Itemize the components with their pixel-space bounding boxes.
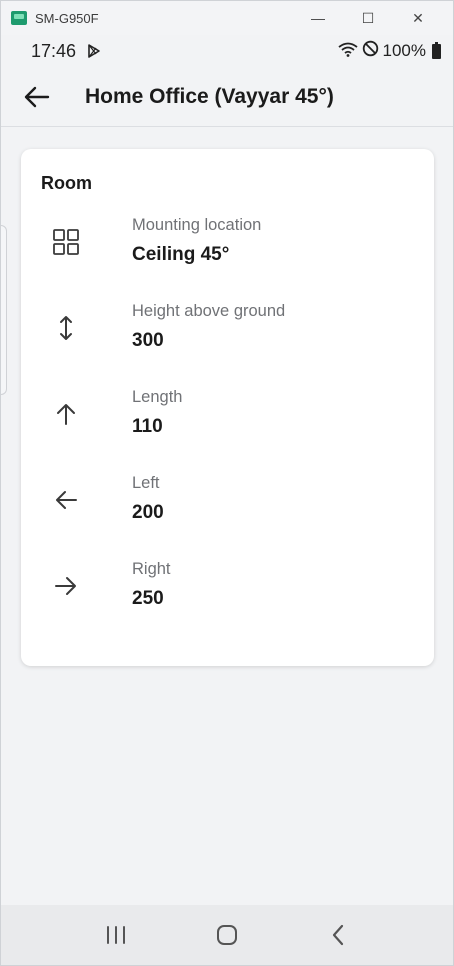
room-card: Room Mounting location Ceiling 45° Heigh… (21, 149, 434, 666)
left-row[interactable]: Left 200 (41, 468, 414, 554)
android-nav-bar (1, 905, 453, 965)
row-label: Height above ground (132, 302, 286, 320)
home-icon (216, 925, 237, 945)
home-button[interactable] (203, 915, 251, 955)
side-drawer-edge[interactable] (1, 225, 7, 395)
status-bar: 17:46 100% (1, 35, 453, 67)
arrow-left-icon (41, 472, 91, 528)
row-value: 250 (132, 588, 164, 609)
do-not-disturb-icon (362, 40, 379, 62)
row-label: Mounting location (132, 216, 262, 234)
emulator-app-icon (11, 11, 27, 25)
row-value: 110 (132, 416, 163, 437)
row-label: Left (132, 474, 160, 492)
battery-icon (432, 41, 441, 59)
arrow-back-icon (24, 86, 50, 107)
status-time: 17:46 (31, 40, 77, 61)
row-label: Length (132, 388, 183, 406)
length-row[interactable]: Length 110 (41, 382, 414, 468)
maximize-button[interactable]: ☐ (343, 1, 393, 35)
emulator-window: SM-G950F — ☐ ✕ 17:46 100% Home Office (V… (0, 0, 454, 966)
phone-screen: 17:46 100% Home Office (Vayyar 45°) Room… (1, 35, 453, 905)
page-title: Home Office (Vayyar 45°) (85, 84, 334, 108)
right-row[interactable]: Right 250 (41, 554, 414, 640)
chevron-left-icon (332, 924, 343, 946)
row-label: Right (132, 560, 171, 578)
app-bar: Home Office (Vayyar 45°) (1, 67, 453, 127)
back-button[interactable] (19, 79, 55, 115)
row-value: 300 (132, 330, 164, 351)
nav-back-button[interactable] (314, 915, 362, 955)
height-row[interactable]: Height above ground 300 (41, 296, 414, 382)
arrow-right-icon (41, 558, 91, 614)
device-name: SM-G950F (35, 10, 99, 26)
recent-apps-button[interactable] (92, 915, 140, 955)
arrow-up-icon (41, 386, 91, 442)
vertical-arrows-icon (41, 300, 91, 356)
row-value: 200 (132, 502, 164, 523)
battery-percent: 100% (382, 41, 426, 60)
recents-icon (107, 926, 126, 944)
minimize-button[interactable]: — (293, 1, 343, 35)
grid-icon (41, 214, 91, 270)
close-window-button[interactable]: ✕ (393, 1, 443, 35)
mounting-location-row[interactable]: Mounting location Ceiling 45° (41, 210, 414, 296)
room-section-title: Room (41, 173, 92, 193)
window-titlebar: SM-G950F — ☐ ✕ (1, 1, 453, 35)
play-store-icon (86, 43, 102, 59)
row-value: Ceiling 45° (132, 244, 230, 265)
wifi-icon (337, 41, 358, 62)
